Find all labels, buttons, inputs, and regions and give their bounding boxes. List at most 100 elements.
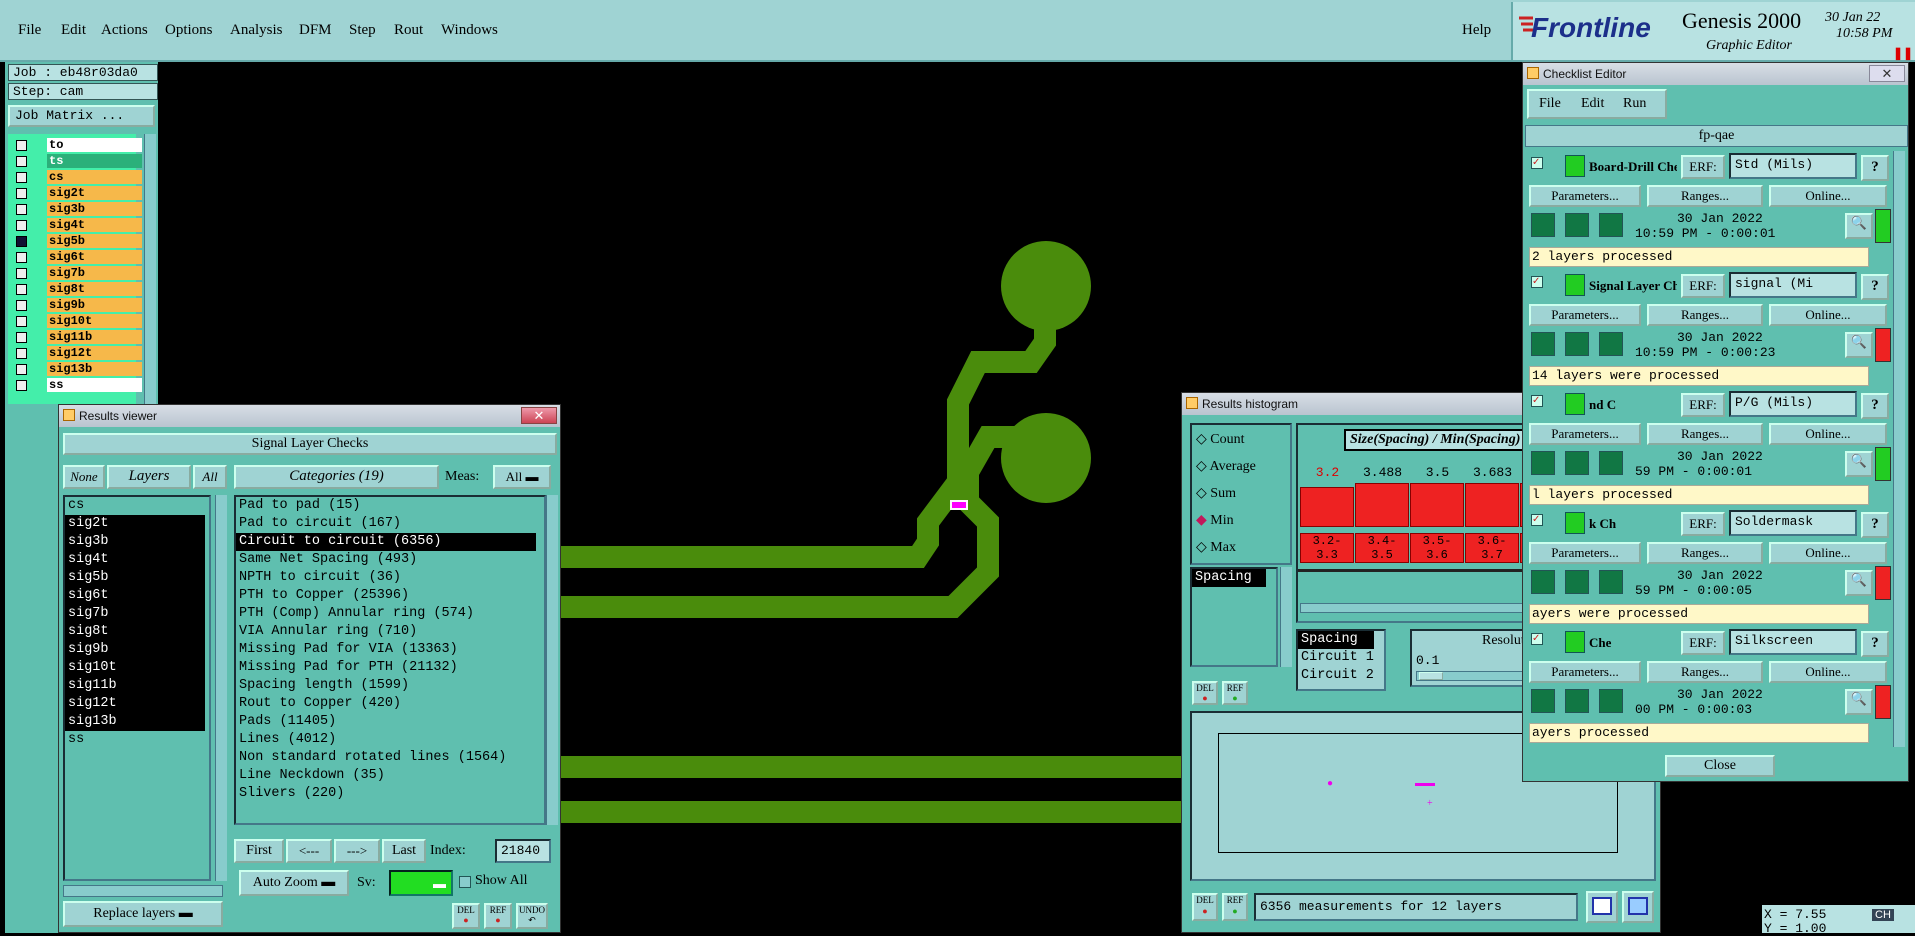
- list-item[interactable]: sig2t: [65, 515, 205, 533]
- run-icon[interactable]: [1599, 451, 1623, 475]
- layer-checkbox[interactable]: [16, 284, 27, 295]
- online-button[interactable]: Online...: [1769, 661, 1887, 683]
- layers-scrollbar[interactable]: [215, 495, 227, 881]
- layer-checkbox[interactable]: [16, 348, 27, 359]
- layer-checkbox[interactable]: [16, 204, 27, 215]
- ref-button[interactable]: REF ●: [484, 903, 512, 929]
- zoom-icon[interactable]: 🔍: [1845, 213, 1873, 239]
- show-all-checkbox[interactable]: [459, 876, 471, 888]
- list-item[interactable]: Missing Pad for PTH (21132): [236, 659, 544, 677]
- list-item[interactable]: sig9b: [65, 641, 205, 659]
- categories-button[interactable]: Categories (19): [234, 465, 439, 489]
- list-item[interactable]: sig10t: [65, 659, 205, 677]
- run-icon[interactable]: [1565, 213, 1589, 237]
- list-item[interactable]: sig3b: [65, 533, 205, 551]
- list-item[interactable]: Missing Pad for VIA (13363): [236, 641, 544, 659]
- list-item[interactable]: sig8t: [65, 623, 205, 641]
- list-item[interactable]: PTH (Comp) Annular ring (574): [236, 605, 544, 623]
- histogram-bar[interactable]: [1300, 487, 1354, 527]
- parameters-button[interactable]: Parameters...: [1529, 661, 1641, 683]
- attribute-scrollbar[interactable]: [1280, 567, 1292, 667]
- check-enable-checkbox[interactable]: ✓: [1531, 395, 1543, 407]
- histogram-bar[interactable]: [1465, 483, 1519, 527]
- parameters-button[interactable]: Parameters...: [1529, 304, 1641, 326]
- auto-zoom-dropdown[interactable]: Auto Zoom ▬: [239, 870, 349, 896]
- list-item[interactable]: Rout to Copper (420): [236, 695, 544, 713]
- help-icon[interactable]: ?: [1861, 274, 1889, 300]
- run-icon[interactable]: [1599, 689, 1623, 713]
- parameters-button[interactable]: Parameters...: [1529, 542, 1641, 564]
- help-icon[interactable]: ?: [1861, 393, 1889, 419]
- layer-row[interactable]: to: [16, 138, 142, 152]
- list-item[interactable]: sig5b: [65, 569, 205, 587]
- run-icon[interactable]: [1599, 332, 1623, 356]
- radio-count[interactable]: ◇ Count: [1196, 431, 1245, 448]
- list-item[interactable]: Pad to circuit (167): [236, 515, 544, 533]
- list-item[interactable]: sig11b: [65, 677, 205, 695]
- list-item[interactable]: sig4t: [65, 551, 205, 569]
- ref-button[interactable]: REF ●: [1222, 893, 1248, 921]
- none-button[interactable]: None: [63, 465, 105, 489]
- close-button[interactable]: Close: [1665, 755, 1775, 777]
- layer-row[interactable]: ts: [16, 154, 142, 168]
- run-icon[interactable]: [1565, 332, 1589, 356]
- run-icon[interactable]: [1531, 570, 1555, 594]
- list-item[interactable]: VIA Annular ring (710): [236, 623, 544, 641]
- prev-button[interactable]: <---: [286, 839, 332, 863]
- erf-field[interactable]: Std (Mils): [1729, 153, 1857, 179]
- layer-row[interactable]: sig4t: [16, 218, 142, 232]
- online-button[interactable]: Online...: [1769, 304, 1887, 326]
- del-button[interactable]: DEL ●: [1192, 893, 1218, 921]
- help-icon[interactable]: ?: [1861, 512, 1889, 538]
- index-field[interactable]: 21840: [495, 839, 551, 863]
- zoom-icon[interactable]: 🔍: [1845, 689, 1873, 715]
- list-item[interactable]: sig13b: [65, 713, 205, 731]
- checklist-scrollbar[interactable]: [1893, 151, 1905, 747]
- run-icon[interactable]: [1531, 213, 1555, 237]
- layer-row[interactable]: ss: [16, 378, 142, 392]
- run-icon[interactable]: [1599, 570, 1623, 594]
- layer-checkbox[interactable]: [16, 332, 27, 343]
- list-item[interactable]: Circuit to circuit (6356): [236, 533, 536, 551]
- list-item[interactable]: NPTH to circuit (36): [236, 569, 544, 587]
- categories-list[interactable]: Pad to pad (15) Pad to circuit (167) Cir…: [234, 495, 546, 825]
- layer-checkbox[interactable]: [16, 220, 27, 231]
- radio-average[interactable]: ◇ Average: [1196, 458, 1256, 475]
- close-icon[interactable]: ✕: [1869, 65, 1905, 82]
- layer-row[interactable]: sig12t: [16, 346, 142, 360]
- run-icon[interactable]: [1531, 332, 1555, 356]
- zoom-icon[interactable]: 🔍: [1845, 570, 1873, 596]
- zoom-icon[interactable]: 🔍: [1845, 332, 1873, 358]
- job-matrix-button[interactable]: Job Matrix ...: [8, 105, 155, 127]
- check-enable-checkbox[interactable]: ✓: [1531, 276, 1543, 288]
- radio-min[interactable]: ◆ Min: [1196, 512, 1234, 529]
- layers-button[interactable]: Layers: [107, 465, 191, 489]
- erf-field[interactable]: Soldermask: [1729, 510, 1857, 536]
- list-item[interactable]: Spacing: [1298, 631, 1374, 649]
- sv-color-dropdown[interactable]: ▬: [389, 870, 453, 896]
- radio-max[interactable]: ◇ Max: [1196, 539, 1236, 556]
- del-button[interactable]: DEL ●: [452, 903, 480, 929]
- layer-checkbox[interactable]: [16, 236, 27, 247]
- menu-edit[interactable]: Edit: [1581, 96, 1604, 112]
- categories-scrollbar[interactable]: [546, 495, 558, 825]
- layers-hscrollbar[interactable]: [63, 885, 223, 897]
- attribute-select-list[interactable]: Spacing Circuit 1 Circuit 2: [1296, 629, 1386, 691]
- layer-row[interactable]: sig3b: [16, 202, 142, 216]
- layer-row[interactable]: sig5b: [16, 234, 142, 248]
- layer-row[interactable]: sig7b: [16, 266, 142, 280]
- list-item[interactable]: Pads (11405): [236, 713, 544, 731]
- erf-field[interactable]: P/G (Mils): [1729, 391, 1857, 417]
- check-enable-checkbox[interactable]: ✓: [1531, 514, 1543, 526]
- layer-checkbox[interactable]: [16, 364, 27, 375]
- all-button[interactable]: All: [193, 465, 227, 489]
- radio-sum[interactable]: ◇ Sum: [1196, 485, 1236, 502]
- ranges-button[interactable]: Ranges...: [1647, 661, 1763, 683]
- list-item[interactable]: Lines (4012): [236, 731, 544, 749]
- del-button[interactable]: DEL ●: [1192, 681, 1218, 705]
- erf-field[interactable]: signal (Mi: [1729, 272, 1857, 298]
- list-item[interactable]: sig6t: [65, 587, 205, 605]
- list-item[interactable]: Circuit 2: [1298, 667, 1384, 685]
- run-icon[interactable]: [1565, 570, 1589, 594]
- last-button[interactable]: Last: [382, 839, 426, 863]
